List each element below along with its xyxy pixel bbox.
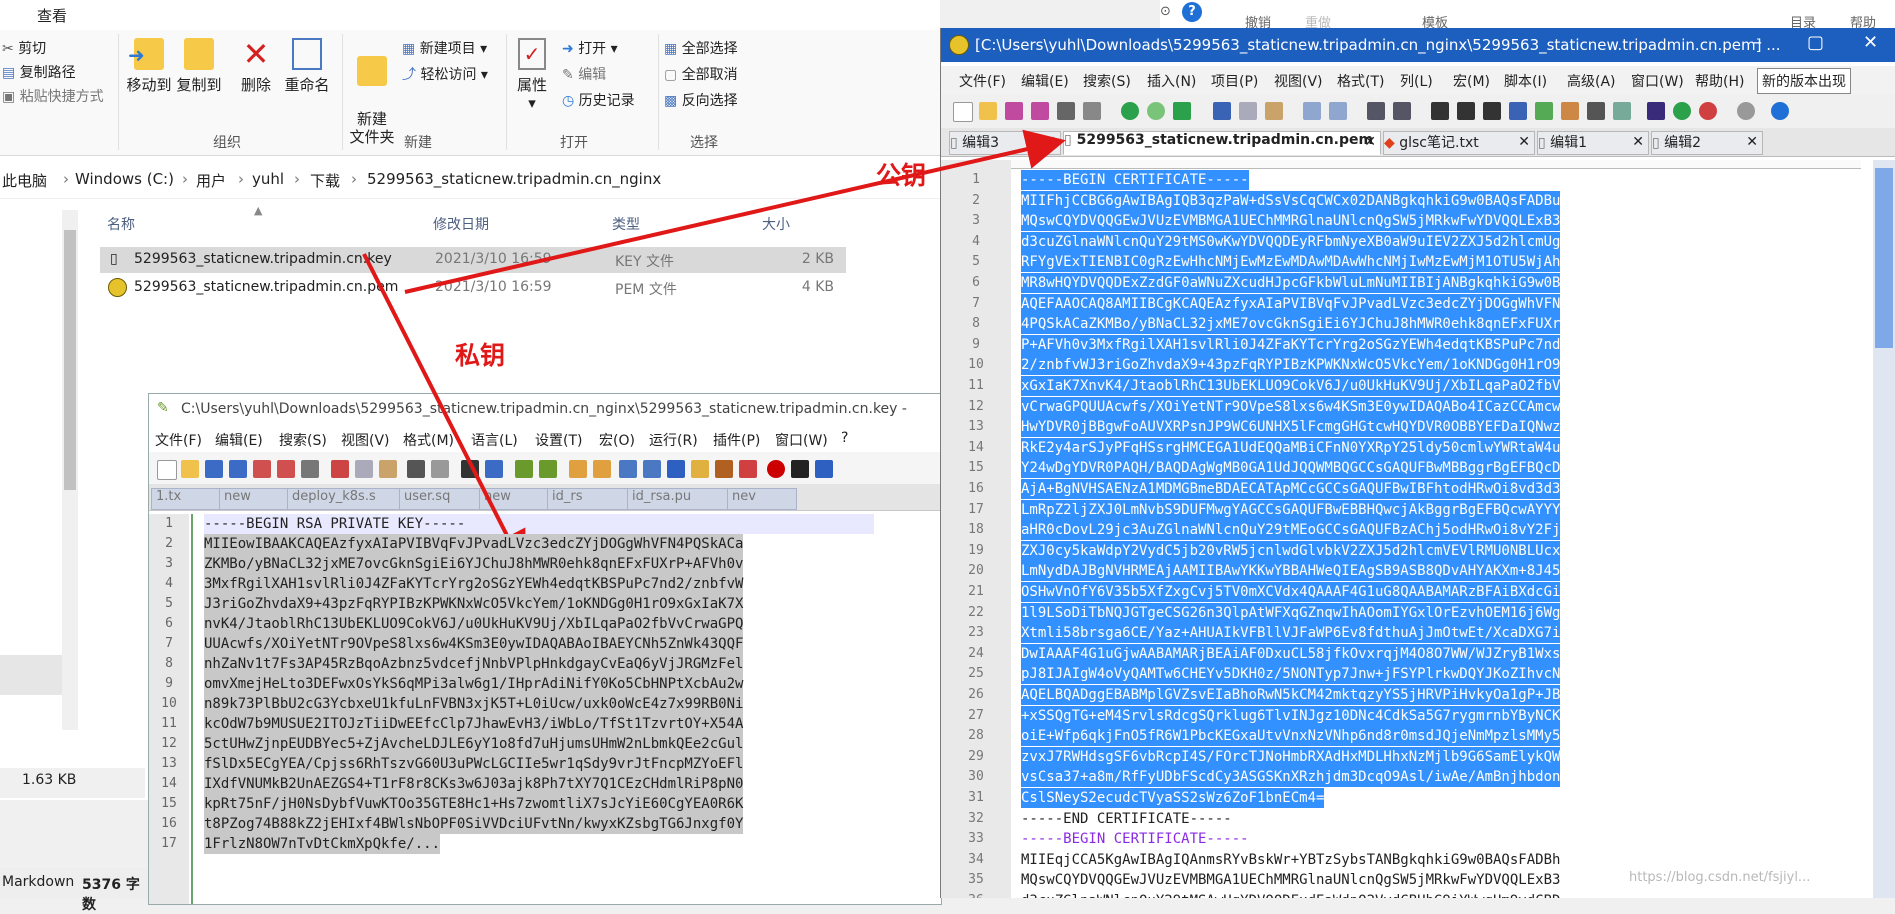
code-line: kcOdW7b9MUSUE2ITOJzTiiDwEEfcClp7JhawEvH3…	[204, 714, 744, 734]
code-line: nvK4/JtaoblRhC13UbEKLUO9CokV6J/u0UkHuKV9…	[204, 614, 744, 634]
code-line: t8PZog74B88kZ2jEHIxf4BWlsNbOPF0SiVVDciUF…	[204, 814, 744, 834]
code-line: -----BEGIN RSA PRIVATE KEY-----	[204, 516, 466, 532]
code-line: n89k73PlBbU2cG3YcbxeU1kfuLnFVBN3xjK5T+L0…	[204, 694, 744, 714]
code-line: MIIEowIBAAKCAQEAzfyxAIaPVIBVqFvJPvadLVzc…	[204, 534, 744, 554]
code-line: nhZaNv1t7Fs3AP45RzBqoAzbnz5vdcefjNnbVPlp…	[204, 654, 744, 674]
code-line: 1FrlzN8OW7nTvDtCkmXpQkfe/...	[204, 834, 441, 854]
private-key-label: 私钥	[455, 341, 506, 370]
code-line: UUAcwfs/XOiYetNTr9OVpeS8lxs6w4KSm3E0ywID…	[204, 634, 744, 654]
code-line: 3MxfRgilXAH1svlRli0J4ZFaKYTcrYrg2oSGzYEW…	[204, 574, 744, 594]
code-line: 5ctUHwZjnpEUDBYec5+ZjAvcheLDJLE6yY1o8fd7…	[204, 734, 744, 754]
code-line: fSlDx5ECgYEA/Cpjss6RhTszvG60U3uPWcLGCIIe…	[204, 754, 744, 774]
code-line: kpRt75nF/jH0NsDybfVuwKTOo35GTE8Hc1+Hs7zw…	[204, 794, 744, 814]
code-line: IXdfVNUMkB2UnAEZGS4+T1rF8r8CKs3w6J03ajk8…	[204, 774, 744, 794]
public-key-arrow	[404, 129, 1066, 294]
code-line: J3riGoZhvdaX9+43pzFqRYPIBzKPWKNxWcO5VkcY…	[204, 594, 744, 614]
code-line: ZKMBo/yBNaCL32jxME7ovcGknSgiEi6YJChuJ8hM…	[204, 554, 744, 574]
code-line: omvXmejHeLto3DEFwxOsYkS6qMPi3alw6g1/IHpr…	[204, 674, 744, 694]
public-key-label: 公钥	[876, 161, 927, 190]
